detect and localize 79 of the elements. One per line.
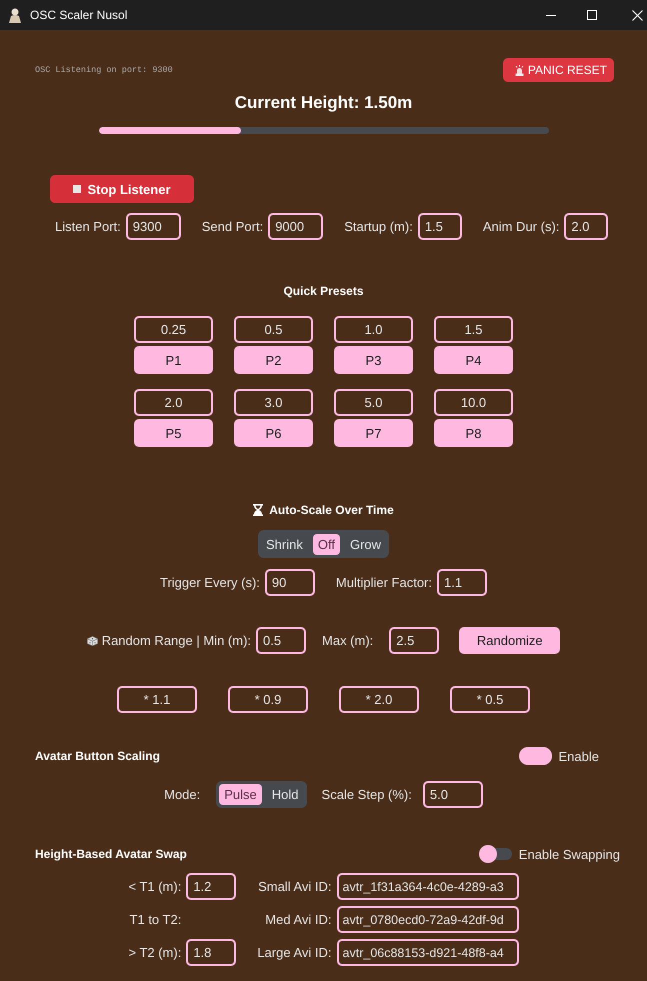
input-field[interactable]: 1.5 [434, 316, 513, 343]
input-field[interactable]: 1.1 [437, 569, 487, 596]
status-text: OSC Listening on port: 9300 [35, 65, 173, 75]
toggle-label: Enable Swapping [518, 846, 620, 862]
panic-reset-button[interactable]: PANIC RESET [502, 58, 614, 82]
field-label: Anim Dur (s): [482, 219, 560, 234]
preset-button[interactable]: P4 [434, 346, 513, 374]
segmented-control[interactable]: Pulse Hold [216, 781, 307, 808]
section-title: Height-Based Avatar Swap [35, 847, 187, 861]
field-label: Scale Step (%): [322, 787, 412, 802]
preset-button[interactable]: P5 [134, 419, 213, 447]
window-title: OSC Scaler Nusol [30, 8, 128, 22]
stop-icon [73, 185, 82, 193]
segment-option[interactable]: Hold [266, 784, 304, 805]
height-readout: Current Height: 1.50m [234, 93, 412, 113]
input-field[interactable]: avtr_06c88153-d921-48f8-a4 [336, 939, 519, 966]
toggle-switch[interactable] [478, 845, 512, 863]
person-icon [9, 8, 21, 22]
input-field[interactable]: 1.5 [418, 213, 462, 240]
input-field[interactable]: 1.0 [334, 316, 413, 343]
field-label: Med Avi ID: [265, 912, 332, 927]
input-field[interactable]: 1.2 [186, 873, 236, 900]
field-label: Send Port: [202, 219, 264, 234]
input-field[interactable]: 5.0 [334, 389, 413, 416]
segment-option[interactable]: Off [312, 534, 340, 554]
input-field[interactable]: 90 [264, 569, 315, 596]
field-label: > T2 (m): [128, 945, 182, 960]
input-field[interactable]: 2.0 [564, 213, 608, 240]
field-label: T1 to T2: [130, 912, 182, 927]
input-field[interactable]: 0.5 [234, 316, 313, 343]
input-field[interactable]: 10.0 [434, 389, 513, 416]
field-label: < T1 (m): [128, 879, 182, 894]
input-field[interactable]: 2.5 [389, 627, 440, 654]
input-field[interactable]: 0.5 [256, 627, 306, 654]
dice-icon [86, 636, 98, 646]
segment-option[interactable]: Shrink [260, 534, 308, 554]
input-field[interactable]: avtr_0780ecd0-72a9-42df-9d [336, 906, 519, 933]
multiplier-button[interactable]: * 0.5 [450, 686, 530, 713]
section-title: Quick Presets [283, 284, 364, 298]
field-label: Startup (m): [344, 219, 413, 234]
field-label: Small Avi ID: [258, 879, 332, 894]
input-field[interactable]: 9000 [268, 213, 324, 240]
input-field[interactable]: 5.0 [422, 781, 483, 808]
maximize-icon[interactable] [587, 10, 597, 20]
preset-button[interactable]: P3 [334, 346, 413, 374]
preset-button[interactable]: P8 [434, 419, 513, 447]
input-field[interactable]: avtr_1f31a364-4c0e-4289-a3 [336, 873, 519, 900]
input-field[interactable]: 9300 [126, 213, 181, 240]
field-label: Multiplier Factor: [336, 575, 432, 590]
segment-option[interactable]: Grow [344, 534, 386, 554]
multiplier-button[interactable]: * 1.1 [117, 686, 197, 713]
multiplier-button[interactable]: * 2.0 [339, 686, 419, 713]
preset-button[interactable]: P2 [234, 346, 313, 374]
siren-icon [514, 64, 524, 76]
preset-button[interactable]: P1 [134, 346, 213, 374]
minimize-icon[interactable] [546, 14, 556, 16]
preset-button[interactable]: P6 [234, 419, 313, 447]
close-icon[interactable] [632, 10, 643, 20]
hourglass-icon [253, 504, 264, 516]
randomize-button[interactable]: Randomize [459, 627, 560, 654]
field-label: Mode: [164, 787, 200, 802]
input-field[interactable]: 0.25 [134, 316, 213, 343]
input-field[interactable]: 2.0 [134, 389, 213, 416]
section-title: Auto-Scale Over Time [269, 503, 394, 517]
segmented-control[interactable]: Shrink Off Grow [258, 530, 390, 558]
section-title: Avatar Button Scaling [35, 749, 160, 763]
field-label: Max (m): [322, 633, 374, 648]
field-label: Random Range | Min (m): [102, 633, 252, 648]
field-label: Listen Port: [55, 219, 121, 234]
input-field[interactable]: 1.8 [186, 939, 236, 966]
field-label: Trigger Every (s): [160, 575, 260, 590]
toggle-switch[interactable] [518, 747, 552, 765]
stop-listener-button[interactable]: Stop Listener [50, 175, 194, 203]
field-label: Large Avi ID: [257, 945, 332, 960]
toggle-label: Enable [558, 748, 599, 764]
input-field[interactable]: 3.0 [234, 389, 313, 416]
preset-button[interactable]: P7 [334, 419, 413, 447]
multiplier-button[interactable]: * 0.9 [228, 686, 308, 713]
segment-option[interactable]: Pulse [219, 784, 262, 805]
